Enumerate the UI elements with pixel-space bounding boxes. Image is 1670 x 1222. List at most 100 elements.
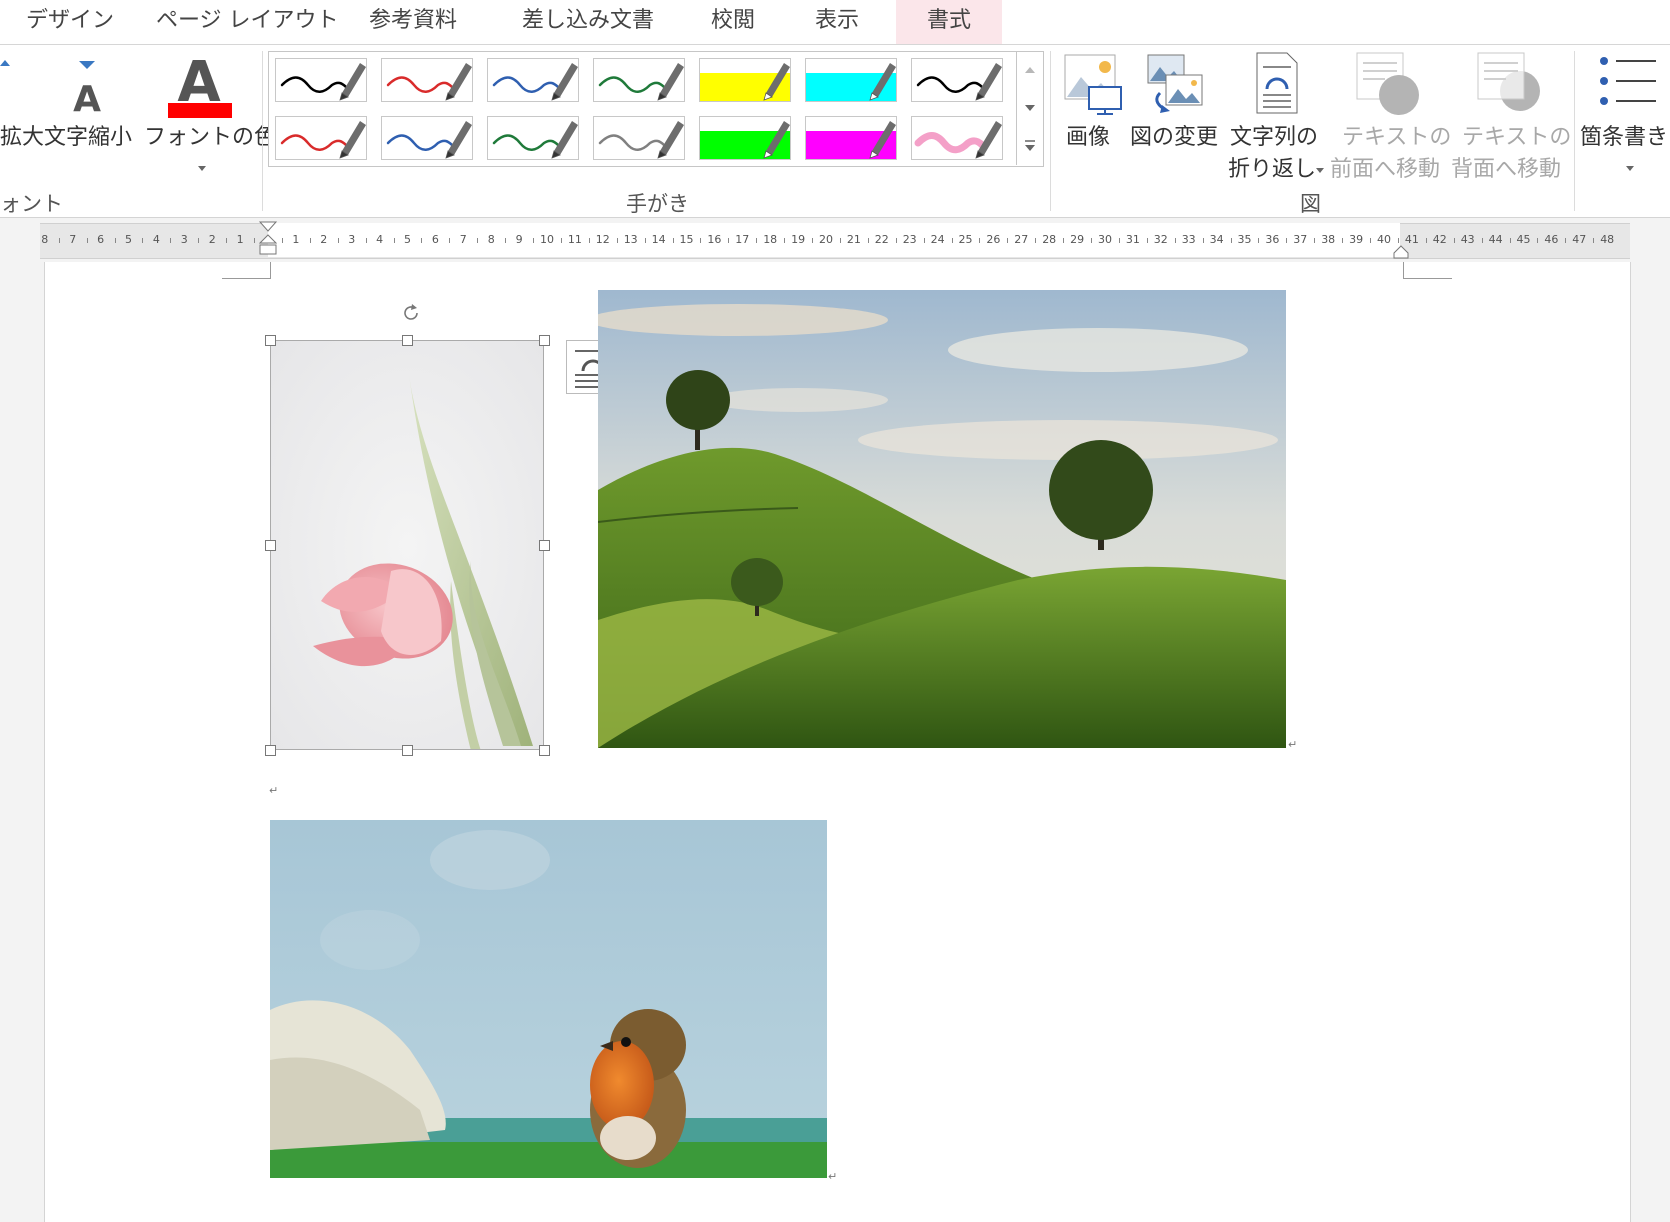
ruler-tick bbox=[1453, 238, 1455, 243]
picture-button[interactable]: 画像 bbox=[1066, 119, 1110, 151]
ruler-tick bbox=[86, 238, 88, 243]
resize-handle-w[interactable] bbox=[265, 540, 276, 551]
font-color-dropdown-icon[interactable] bbox=[197, 157, 207, 171]
font-color-button[interactable]: フォントの色 bbox=[144, 119, 276, 151]
ruler-tick bbox=[309, 238, 311, 243]
ink-pen-13[interactable] bbox=[805, 116, 897, 160]
ink-pen-10[interactable] bbox=[487, 116, 579, 160]
pen-tip-icon bbox=[657, 121, 684, 159]
ruler-number: 36 bbox=[1265, 233, 1280, 246]
ruler-tick bbox=[1035, 238, 1037, 243]
ruler-tick bbox=[1593, 238, 1595, 243]
ink-pen-12[interactable] bbox=[699, 116, 791, 160]
pen-tip-icon bbox=[445, 121, 472, 159]
resize-handle-sw[interactable] bbox=[265, 745, 276, 756]
ribbon: 拡大 A 文字縮小 A フォントの色 ォント 手がき 画像 図の変更 文字列の … bbox=[0, 45, 1670, 218]
ink-group-label: 手がき bbox=[626, 192, 689, 216]
ruler-number: 3 bbox=[348, 233, 356, 246]
ruler-number: 2 bbox=[320, 233, 328, 246]
ruler-number: 21 bbox=[846, 233, 861, 246]
ruler-number: 47 bbox=[1572, 233, 1587, 246]
tab-format[interactable]: 書式 bbox=[896, 0, 1002, 44]
tab-design[interactable]: デザイン bbox=[26, 0, 114, 44]
ruler-number: 46 bbox=[1544, 233, 1559, 246]
indent-marker-icon[interactable] bbox=[258, 221, 278, 265]
hills-image[interactable] bbox=[598, 290, 1286, 748]
ink-pen-8[interactable] bbox=[275, 116, 367, 160]
ruler-number: 19 bbox=[791, 233, 806, 246]
ink-pen-1[interactable] bbox=[275, 58, 367, 102]
ink-pen-4[interactable] bbox=[593, 58, 685, 102]
resize-handle-n[interactable] bbox=[402, 335, 413, 346]
ruler-number: 5 bbox=[404, 233, 411, 246]
wrap-text-dropdown-icon[interactable] bbox=[1315, 159, 1325, 173]
bring-forward-button-line2[interactable]: 前面へ移動 bbox=[1330, 151, 1440, 183]
ruler-tick bbox=[254, 238, 256, 243]
send-backward-button[interactable]: テキストの bbox=[1462, 119, 1571, 151]
ruler-number: 5 bbox=[125, 233, 132, 246]
grow-font-arrow-icon bbox=[0, 53, 10, 66]
bring-forward-button[interactable]: テキストの bbox=[1342, 119, 1451, 151]
resize-handle-se[interactable] bbox=[539, 745, 550, 756]
shrink-font-button[interactable]: 文字縮小 bbox=[44, 119, 132, 151]
bullets-button[interactable]: 箇条書き bbox=[1580, 119, 1668, 151]
tab-references[interactable]: 参考資料 bbox=[369, 0, 457, 44]
gallery-more-icon[interactable] bbox=[1017, 127, 1043, 165]
ruler-tick bbox=[1481, 238, 1483, 243]
ruler-tick bbox=[393, 238, 395, 243]
ruler-tick bbox=[505, 238, 507, 243]
change-picture-button[interactable]: 図の変更 bbox=[1130, 119, 1218, 151]
ruler-tick bbox=[1118, 238, 1120, 243]
right-indent-marker-icon[interactable] bbox=[1393, 244, 1409, 259]
pen-tip-icon bbox=[551, 63, 578, 101]
ruler-number: 13 bbox=[623, 233, 638, 246]
ink-pen-9[interactable] bbox=[381, 116, 473, 160]
ruler-tick bbox=[979, 238, 981, 243]
ruler-number: 28 bbox=[1042, 233, 1057, 246]
resize-handle-ne[interactable] bbox=[539, 335, 550, 346]
send-backward-icon bbox=[1476, 51, 1542, 117]
ink-pen-6[interactable] bbox=[805, 58, 897, 102]
ink-pen-14[interactable] bbox=[911, 116, 1003, 160]
ruler-tick bbox=[1537, 238, 1539, 243]
ruler-number: 22 bbox=[874, 233, 889, 246]
rotate-handle-icon[interactable] bbox=[400, 302, 422, 324]
tab-mailings[interactable]: 差し込み文書 bbox=[522, 0, 654, 44]
ruler-tick bbox=[756, 238, 758, 243]
wrap-text-button[interactable]: 文字列の bbox=[1230, 119, 1318, 151]
ruler-tick bbox=[616, 238, 618, 243]
resize-handle-nw[interactable] bbox=[265, 335, 276, 346]
ruler-tick bbox=[1397, 238, 1399, 243]
ink-pen-11[interactable] bbox=[593, 116, 685, 160]
ruler-tick bbox=[1202, 238, 1204, 243]
group-separator bbox=[262, 51, 263, 211]
ruler-number: 7 bbox=[69, 233, 77, 246]
grow-font-button[interactable]: 拡大 bbox=[0, 119, 44, 151]
margin-corner-mark bbox=[1403, 262, 1452, 279]
ink-pen-2[interactable] bbox=[381, 58, 473, 102]
ruler-number: 14 bbox=[651, 233, 666, 246]
tab-view[interactable]: 表示 bbox=[815, 0, 859, 44]
ink-pen-7[interactable] bbox=[911, 58, 1003, 102]
wrap-text-button-line2[interactable]: 折り返し bbox=[1228, 151, 1316, 183]
gallery-scroll-down-icon[interactable] bbox=[1017, 89, 1043, 127]
gallery-scroll-up-icon[interactable] bbox=[1017, 51, 1043, 89]
robin-image[interactable] bbox=[270, 820, 827, 1178]
tab-review[interactable]: 校閲 bbox=[711, 0, 755, 44]
bullets-dropdown-icon[interactable] bbox=[1625, 157, 1635, 171]
ruler-ticks: 8 7 6 5 4 3 2 1 1 2 3 4 5 6 7 8 9 10 11 12 13 14 15 16 17 18 19 20 2… bbox=[0, 223, 1670, 257]
tab-page-layout[interactable]: ページ レイアウト bbox=[156, 0, 339, 44]
change-picture-icon bbox=[1146, 53, 1206, 115]
send-backward-button-line2[interactable]: 背面へ移動 bbox=[1451, 151, 1561, 183]
ruler-tick bbox=[923, 238, 925, 243]
ink-pen-3[interactable] bbox=[487, 58, 579, 102]
ink-pen-5[interactable] bbox=[699, 58, 791, 102]
ruler-tick bbox=[588, 238, 590, 243]
ruler-number: 40 bbox=[1377, 233, 1391, 246]
resize-handle-s[interactable] bbox=[402, 745, 413, 756]
ruler-tick bbox=[1342, 238, 1344, 243]
resize-handle-e[interactable] bbox=[539, 540, 550, 551]
ruler-number: 9 bbox=[515, 233, 523, 246]
tulip-image[interactable] bbox=[270, 340, 544, 750]
ruler-tick bbox=[1230, 238, 1232, 243]
